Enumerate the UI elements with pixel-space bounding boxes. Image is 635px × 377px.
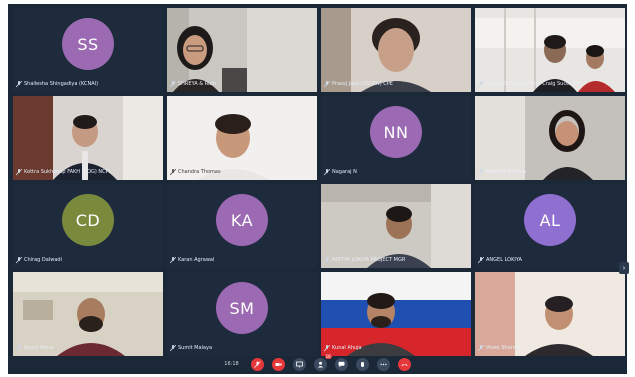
participant-tile[interactable]: Kottra Sukhonep FAKH (ROG) NCPI — [13, 96, 163, 180]
participant-name: ANGEL LOKIYA — [486, 257, 522, 263]
participant-namebar: Chirag Dalwadi — [16, 256, 160, 265]
mic-off-icon — [478, 81, 484, 88]
participants-count-badge: 16 — [324, 353, 332, 359]
participant-tile[interactable]: SHREYA & Ruth — [167, 8, 317, 92]
participant-namebar: Shailesha Shingadiya (KCNAI) — [16, 80, 160, 89]
mic-off-icon — [478, 257, 484, 264]
avatar: NN — [370, 106, 422, 159]
participant-namebar: ADITYA LOKIYA PROJECT MGR — [324, 256, 468, 265]
participant-tile[interactable]: Prasoj Jaini (VGYEN) CPE — [321, 8, 471, 92]
participant-name: Vivek Sharma — [486, 345, 521, 351]
participant-namebar: Sumit Malaya — [170, 344, 314, 353]
participant-namebar: Kunal Ahuja — [324, 344, 468, 353]
call-toolbar: 16:18 16 — [8, 353, 627, 374]
avatar: SM — [216, 282, 268, 335]
participant-name: Sumit Malaya — [178, 345, 213, 351]
participant-tile[interactable]: ADITYA LOKIYA PROJECT MGR — [321, 184, 471, 268]
mic-off-icon — [170, 169, 176, 176]
more-icon[interactable] — [376, 357, 390, 371]
mic-off-icon — [16, 345, 22, 352]
mic-off-icon — [170, 257, 176, 264]
avatar: AL — [524, 194, 576, 247]
participant-name: Chandra Thomas — [178, 169, 221, 175]
avatar: SS — [62, 18, 114, 71]
raise-hand-icon[interactable] — [355, 357, 369, 371]
participant-tile-active-speaker[interactable]: Chandra Thomas — [167, 96, 317, 180]
mic-off-icon — [16, 81, 22, 88]
participant-name: Nagaraj N — [332, 169, 357, 175]
avatar: CD — [62, 194, 114, 247]
participant-namebar: ANGEL LOKIYA — [478, 256, 622, 265]
participant-name: Prasoj Jaini (VGYEN) CPE — [332, 81, 393, 87]
participant-name: Chirag Dalwadi — [24, 257, 62, 263]
participant-name: Nandini Sharma — [486, 169, 526, 175]
participant-name: Kottra Sukhonep FAKH (ROG) NCPI — [24, 169, 111, 175]
participant-tile[interactable]: Chirag Shah and Ruth Craig Sucet RM — [475, 8, 625, 92]
participant-namebar: Nagaraj N — [324, 168, 468, 177]
mic-off-icon — [16, 257, 22, 264]
participant-name: Kunal Ahuja — [332, 345, 362, 351]
participant-tile[interactable]: Nandini Sharma — [475, 96, 625, 180]
participant-namebar: Nandini Sharma — [478, 168, 622, 177]
mic-off-icon[interactable] — [250, 357, 264, 371]
participant-name: Sumit Misra — [24, 345, 54, 351]
mic-off-icon — [324, 257, 330, 264]
participant-tile[interactable]: Vivek Sharma — [475, 272, 625, 356]
mic-off-icon — [324, 81, 330, 88]
mic-off-icon — [478, 169, 484, 176]
share-screen-icon[interactable] — [292, 357, 306, 371]
participant-tile[interactable]: AL ANGEL LOKIYA — [475, 184, 625, 268]
participants-icon[interactable]: 16 — [313, 353, 332, 371]
next-page-chevron-icon[interactable]: › — [619, 262, 629, 274]
participant-name: Karan Agrawal — [178, 257, 215, 263]
participant-tile[interactable]: CD Chirag Dalwadi — [13, 184, 163, 268]
mic-off-icon — [16, 169, 22, 176]
video-grid: SS Shailesha Shingadiya (KCNAI) SHREYA &… — [13, 8, 625, 356]
video-off-icon[interactable] — [271, 357, 285, 371]
participant-namebar: Vivek Sharma — [478, 344, 622, 353]
mic-off-icon — [324, 345, 330, 352]
mic-off-icon — [478, 345, 484, 352]
participant-namebar: SHREYA & Ruth — [170, 80, 314, 89]
participant-tile[interactable]: Sumit Misra — [13, 272, 163, 356]
mic-off-icon — [170, 345, 176, 352]
participant-namebar: Karan Agrawal — [170, 256, 314, 265]
chat-icon[interactable] — [334, 357, 348, 371]
participant-namebar: Kottra Sukhonep FAKH (ROG) NCPI — [16, 168, 160, 177]
participant-name: Chirag Shah and Ruth Craig Sucet RM — [486, 81, 581, 87]
participant-name: ADITYA LOKIYA PROJECT MGR — [332, 257, 406, 263]
participant-name: SHREYA & Ruth — [178, 81, 217, 87]
avatar: KA — [216, 194, 268, 247]
mic-off-icon — [324, 169, 330, 176]
participant-tile[interactable]: SM Sumit Malaya — [167, 272, 317, 356]
participant-tile[interactable]: KA Karan Agrawal — [167, 184, 317, 268]
participant-namebar: Chandra Thomas — [170, 168, 314, 177]
mic-off-icon — [170, 81, 176, 88]
participant-namebar: Prasoj Jaini (VGYEN) CPE — [324, 80, 468, 89]
call-timer: 16:18 — [224, 361, 239, 367]
participant-namebar: Sumit Misra — [16, 344, 160, 353]
participant-name: Shailesha Shingadiya (KCNAI) — [24, 81, 99, 87]
participant-tile[interactable]: Kunal Ahuja — [321, 272, 471, 356]
end-call-icon[interactable] — [397, 357, 411, 371]
participant-tile[interactable]: SS Shailesha Shingadiya (KCNAI) — [13, 8, 163, 92]
participant-namebar: Chirag Shah and Ruth Craig Sucet RM — [478, 80, 622, 89]
meeting-window: SS Shailesha Shingadiya (KCNAI) SHREYA &… — [8, 4, 629, 374]
participant-tile[interactable]: NN Nagaraj N — [321, 96, 471, 180]
